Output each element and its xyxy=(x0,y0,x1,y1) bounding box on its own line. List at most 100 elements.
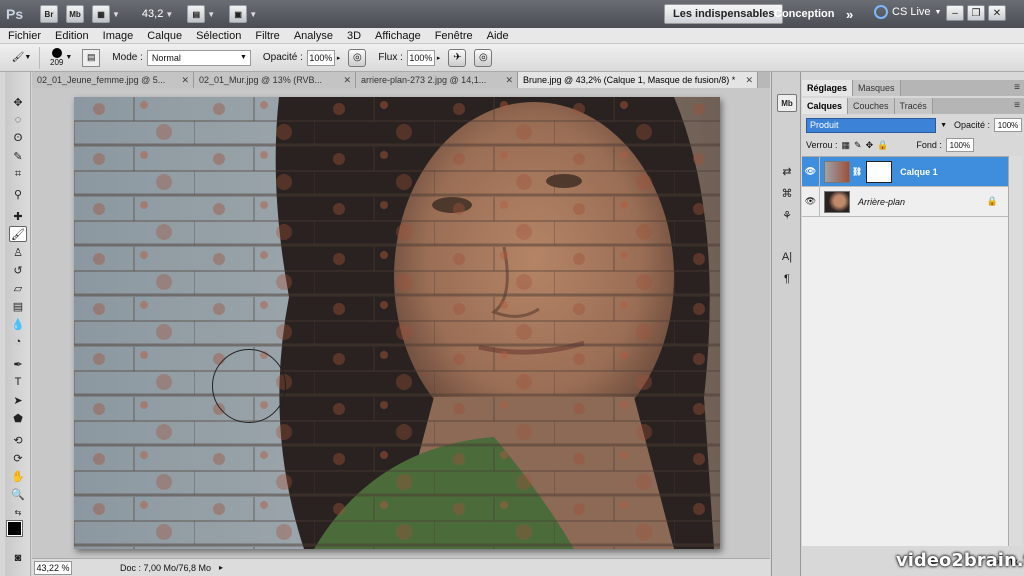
brush-picker[interactable]: 209 xyxy=(50,48,63,67)
foreground-color-swatch[interactable] xyxy=(6,520,23,537)
close-icon[interactable]: ✕ xyxy=(988,5,1006,21)
tab-couches[interactable]: Couches xyxy=(848,98,895,114)
mask-thumbnail[interactable] xyxy=(866,160,893,183)
tab-mur[interactable]: 02_01_Mur.jpg @ 13% (RVB... ✕ xyxy=(194,72,356,88)
character-icon[interactable]: A| xyxy=(777,248,797,266)
close-icon[interactable]: ✕ xyxy=(181,75,189,86)
tool-presets-icon[interactable]: ⇄ xyxy=(777,162,797,180)
chevron-down-icon[interactable]: ▼ xyxy=(65,54,72,61)
tab-masques[interactable]: Masques xyxy=(853,80,901,96)
document-image[interactable] xyxy=(74,97,720,549)
extras-icon[interactable]: ▦ xyxy=(92,5,110,23)
menu-analyse[interactable]: Analyse xyxy=(294,30,333,42)
shape-icon[interactable]: ⬟ xyxy=(9,410,27,426)
link-icon[interactable]: ⛓ xyxy=(852,167,862,176)
workspace-conception-button[interactable]: Conception xyxy=(766,4,843,24)
zoom-level[interactable]: 43,2 xyxy=(142,8,163,20)
menu-calque[interactable]: Calque xyxy=(147,30,182,42)
lock-transparency-icon[interactable]: ▦ xyxy=(842,140,851,151)
quick-select-icon[interactable]: ✎ xyxy=(9,148,27,164)
3d-rotate-icon[interactable]: ⟲ xyxy=(9,432,27,448)
stamp-icon[interactable]: ♙ xyxy=(9,244,27,260)
layer-row-calque1[interactable]: 👁 ⛓ Calque 1 xyxy=(802,156,1008,187)
quick-mask-icon[interactable]: ◙ xyxy=(9,550,27,566)
menu-3d[interactable]: 3D xyxy=(347,30,361,42)
tab-calques[interactable]: Calques xyxy=(802,98,849,114)
bridge-button[interactable]: Br xyxy=(40,5,58,23)
flux-input[interactable]: 100% xyxy=(406,49,435,66)
arrange-docs-icon[interactable]: ▤ xyxy=(187,5,206,23)
close-icon[interactable]: ✕ xyxy=(505,75,513,86)
airbrush-icon[interactable]: ✈ xyxy=(448,48,467,67)
marquee-icon[interactable]: ◌ xyxy=(9,112,27,128)
lock-position-icon[interactable]: ✥ xyxy=(866,140,874,151)
history-brush-icon[interactable]: ↺ xyxy=(9,262,27,278)
tab-jeune-femme[interactable]: 02_01_Jeune_femme.jpg @ 5... ✕ xyxy=(32,72,194,88)
menu-image[interactable]: Image xyxy=(103,30,134,42)
chevron-down-icon[interactable]: ▼ xyxy=(249,10,257,19)
chevron-down-icon[interactable]: ▼ xyxy=(207,10,215,19)
blend-mode-select[interactable]: Produit xyxy=(806,117,947,133)
type-icon[interactable]: T xyxy=(9,374,27,390)
tab-reglages[interactable]: Réglages xyxy=(802,80,854,96)
pen-icon[interactable]: ✒ xyxy=(9,356,27,372)
minibridge-button[interactable]: Mb xyxy=(66,5,84,23)
menu-selection[interactable]: Sélection xyxy=(196,30,241,42)
menu-fichier[interactable]: Fichier xyxy=(8,30,41,42)
screen-mode-icon[interactable]: ▣ xyxy=(229,5,248,23)
chevron-right-icon[interactable]: ▸ xyxy=(437,54,441,62)
layer-opacity-input[interactable]: 100% xyxy=(994,118,1023,132)
menu-fenetre[interactable]: Fenêtre xyxy=(435,30,473,42)
hand-icon[interactable]: ✋ xyxy=(9,468,27,484)
chevron-right-icon[interactable]: ▸ xyxy=(219,563,223,572)
menu-filtre[interactable]: Filtre xyxy=(255,30,279,42)
swap-colors-icon[interactable]: ⇆ xyxy=(9,504,27,520)
path-select-icon[interactable]: ➤ xyxy=(9,392,27,408)
fill-input[interactable]: 100% xyxy=(945,138,974,152)
history-icon[interactable]: ⌘ xyxy=(777,184,797,202)
pressure-opacity-icon[interactable]: ◎ xyxy=(348,48,367,67)
lock-all-icon[interactable]: 🔒 xyxy=(877,140,888,151)
move-icon[interactable]: ✥ xyxy=(9,94,27,110)
pressure-size-icon[interactable]: ◎ xyxy=(474,48,493,67)
menu-aide[interactable]: Aide xyxy=(487,30,509,42)
eraser-icon[interactable]: ▱ xyxy=(9,280,27,296)
eye-icon[interactable]: 👁 xyxy=(802,156,820,187)
restore-icon[interactable]: ❐ xyxy=(967,5,985,21)
layer-row-arriere-plan[interactable]: 👁 Arrière-plan 🔒 xyxy=(802,186,1008,217)
workspace-more-button[interactable]: » xyxy=(838,4,861,24)
lasso-icon[interactable]: ʘ xyxy=(9,130,27,146)
panel-menu-icon[interactable]: ≡ xyxy=(1014,82,1020,93)
minibridge-panel-icon[interactable]: Mb xyxy=(777,94,797,112)
tab-traces[interactable]: Tracés xyxy=(894,98,933,114)
paragraph-icon[interactable]: ¶ xyxy=(777,270,797,288)
blur-icon[interactable]: 💧 xyxy=(9,316,27,332)
tab-brune[interactable]: Brune.jpg @ 43,2% (Calque 1, Masque de f… xyxy=(518,72,758,88)
brush-panel-icon[interactable]: ▤ xyxy=(82,48,101,67)
chevron-down-icon[interactable]: ▼ xyxy=(165,10,173,19)
canvas-area[interactable] xyxy=(32,88,770,558)
3d-orbit-icon[interactable]: ⟳ xyxy=(9,450,27,466)
brush-tool-icon[interactable]: 🖌 xyxy=(9,226,27,242)
tab-arriere-plan[interactable]: arriere-plan-273 2.jpg @ 14,1... ✕ xyxy=(356,72,518,88)
chevron-right-icon[interactable]: ▸ xyxy=(337,54,341,62)
zoom-icon[interactable]: 🔍 xyxy=(9,486,27,502)
close-icon[interactable]: ✕ xyxy=(343,75,351,86)
brush-presets-icon[interactable]: ⚘ xyxy=(777,206,797,224)
lock-pixels-icon[interactable]: ✎ xyxy=(854,140,862,151)
minimize-icon[interactable]: – xyxy=(946,5,964,21)
close-icon[interactable]: ✕ xyxy=(745,75,753,86)
gradient-icon[interactable]: ▤ xyxy=(9,298,27,314)
chevron-down-icon[interactable]: ▼ xyxy=(112,10,120,19)
eye-icon[interactable]: 👁 xyxy=(802,186,820,217)
eyedropper-icon[interactable]: ⚲ xyxy=(9,186,27,202)
zoom-field[interactable]: 43,22 % xyxy=(34,560,72,575)
layers-scrollbar[interactable] xyxy=(1008,156,1022,546)
panel-menu-icon[interactable]: ≡ xyxy=(1014,100,1020,111)
mode-select[interactable]: Normal xyxy=(146,49,251,66)
menu-affichage[interactable]: Affichage xyxy=(375,30,421,42)
cs-live-menu[interactable]: CS Live ▼ xyxy=(874,5,941,19)
crop-icon[interactable]: ⌗ xyxy=(9,166,27,182)
tool-preset-picker[interactable]: 🖌 ▼ xyxy=(4,46,40,69)
menu-edition[interactable]: Edition xyxy=(55,30,89,42)
